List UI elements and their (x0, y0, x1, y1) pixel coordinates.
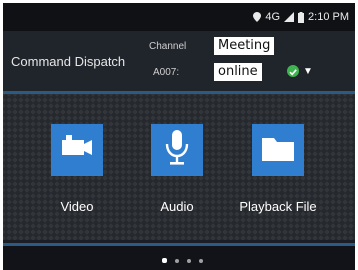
video-camera-icon (60, 134, 94, 166)
tile-label-video: Video (60, 199, 94, 214)
video-button[interactable] (51, 124, 103, 176)
channel-label: Channel (149, 41, 187, 52)
status-time: 2:10 PM (308, 11, 349, 23)
status-selector[interactable]: online (214, 63, 262, 81)
network-type: 4G (265, 11, 281, 23)
tile-label-audio: Audio (160, 199, 194, 214)
playback-file-button[interactable] (252, 124, 304, 176)
page-dot-4[interactable] (199, 259, 203, 263)
audio-button[interactable] (151, 124, 203, 176)
online-check-icon (287, 65, 299, 77)
microphone-icon (163, 129, 191, 171)
feature-grid: Video Audio Playback File (3, 94, 355, 240)
page-indicator-bar (3, 243, 355, 270)
folder-icon (262, 135, 294, 166)
status-bar: 4G 2:10 PM (3, 3, 355, 31)
device-label: A007: (153, 67, 180, 78)
channel-selector[interactable]: Meeting (214, 37, 275, 55)
chevron-down-icon[interactable]: ▼ (303, 66, 313, 77)
page-dot-1[interactable] (162, 258, 167, 263)
page-dot-3[interactable] (187, 259, 191, 263)
battery-icon (298, 11, 305, 23)
location-icon (253, 12, 262, 22)
signal-icon (284, 12, 295, 22)
tile-label-playback-file: Playback File (239, 199, 317, 214)
page-title: Command Dispatch (11, 54, 126, 69)
header-bar: Command Dispatch Channel Meeting A007: o… (3, 31, 355, 94)
app-frame: 4G 2:10 PM Command Dispatch Channel Meet… (3, 3, 355, 270)
page-dot-2[interactable] (175, 259, 179, 263)
